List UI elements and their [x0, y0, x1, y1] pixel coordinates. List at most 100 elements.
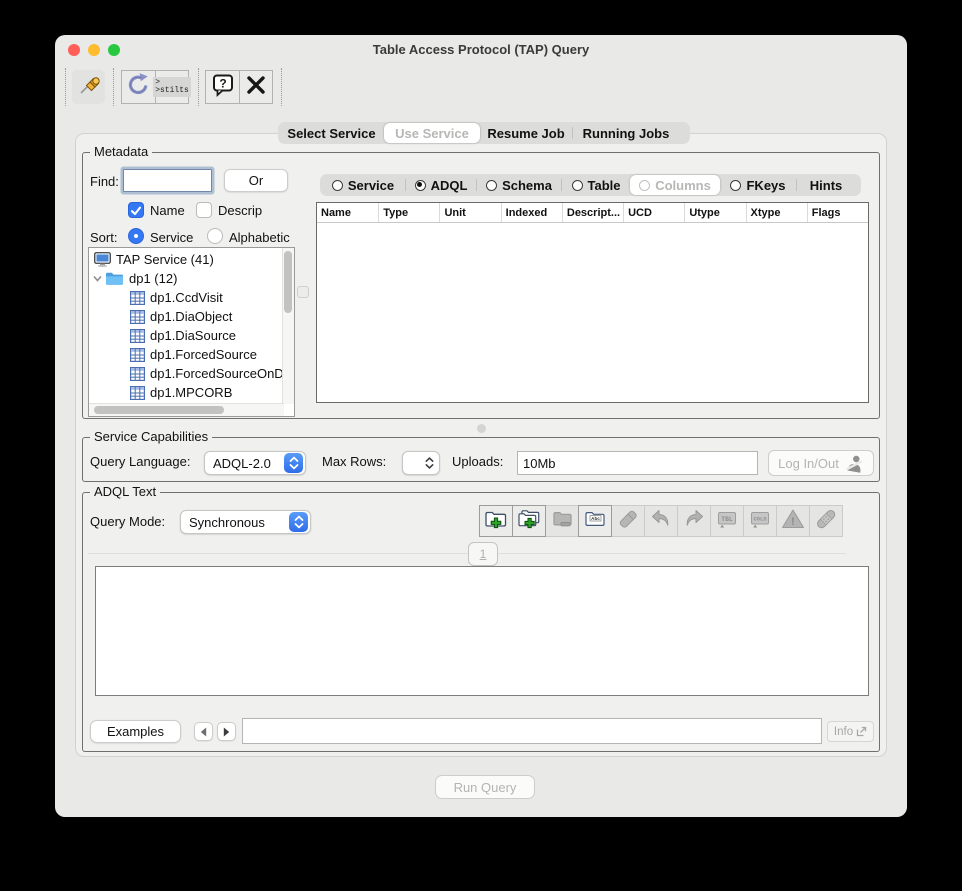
- tab-select-service[interactable]: Select Service: [279, 123, 384, 143]
- pin-window-button[interactable]: [72, 70, 105, 104]
- tree-horizontal-scrollbar[interactable]: [89, 403, 284, 416]
- column-header[interactable]: Xtype: [745, 203, 807, 222]
- service-capabilities-legend: Service Capabilities: [90, 429, 213, 444]
- adql-toolbar: Abc TBL COLS !: [479, 505, 843, 537]
- columns-metadata-table[interactable]: Name Type Unit Indexed Descript... UCD U…: [316, 202, 869, 403]
- run-query-button[interactable]: Run Query: [435, 775, 535, 799]
- tree-item-table[interactable]: dp1.DiaSource: [89, 326, 236, 345]
- example-info-button[interactable]: Info: [827, 721, 874, 742]
- undo-button[interactable]: [644, 505, 678, 537]
- column-header[interactable]: Flags: [806, 203, 868, 222]
- folder-icon: [105, 271, 124, 286]
- help-button[interactable]: ?: [206, 71, 239, 103]
- stilts-button[interactable]: > >stilts: [153, 71, 191, 103]
- uploads-label: Uploads:: [452, 454, 504, 469]
- reload-button[interactable]: [122, 71, 155, 103]
- toolbar-group-window: ?: [205, 70, 273, 104]
- tab-running-jobs[interactable]: Running Jobs: [573, 123, 679, 143]
- find-label: Find:: [90, 174, 119, 189]
- view-tab-schema[interactable]: Schema: [477, 175, 561, 195]
- tab-resume-job[interactable]: Resume Job: [480, 123, 572, 143]
- tree-item-table[interactable]: dp1.DiaObject: [89, 307, 232, 326]
- add-sheet-icon: [483, 506, 509, 537]
- sort-service-radio[interactable]: [128, 228, 144, 244]
- radio-icon: [571, 179, 583, 191]
- tree-item-table[interactable]: dp1.ForcedSourceOnD: [89, 364, 284, 383]
- uploads-field[interactable]: [517, 451, 758, 475]
- or-button[interactable]: Or: [224, 169, 288, 192]
- column-header[interactable]: Descript...: [561, 203, 623, 222]
- remove-example-button[interactable]: [545, 505, 579, 537]
- max-rows-select[interactable]: [402, 451, 440, 475]
- tree-item-table[interactable]: dp1.ForcedSource: [89, 345, 257, 364]
- sheet-tab-1[interactable]: 1: [468, 542, 498, 566]
- descrip-checkbox[interactable]: [196, 202, 212, 218]
- column-header[interactable]: Type: [378, 203, 439, 222]
- undo-icon: [648, 506, 674, 537]
- split-pane-handle[interactable]: [297, 286, 309, 298]
- radio-icon: [730, 179, 742, 191]
- table-header-row: Name Type Unit Indexed Descript... UCD U…: [317, 203, 868, 223]
- sort-service-label: Service: [150, 230, 194, 245]
- tree-item-table[interactable]: dp1.MPCORB: [89, 383, 232, 402]
- svg-text:!: !: [791, 516, 795, 528]
- eraser-icon: [615, 506, 641, 537]
- chevron-down-icon[interactable]: [92, 273, 103, 284]
- name-checkbox-label: Name: [150, 203, 185, 218]
- parse-errors-button[interactable]: !: [776, 505, 810, 537]
- tab-pane-edge: [88, 553, 846, 554]
- column-header[interactable]: Indexed: [500, 203, 562, 222]
- sort-alphabetic-radio[interactable]: [207, 228, 223, 244]
- tree-item-tap-service[interactable]: TAP Service (41): [89, 250, 214, 269]
- metadata-view-tab-bar: Service ADQL Schema Table Columns FKeys …: [320, 174, 861, 196]
- query-language-select[interactable]: ADQL-2.0: [204, 451, 306, 475]
- column-header[interactable]: Utype: [684, 203, 745, 222]
- adql-text-area[interactable]: [95, 566, 869, 696]
- query-mode-select[interactable]: Synchronous: [180, 510, 311, 534]
- tree-item-table[interactable]: dp1.CcdVisit: [89, 288, 223, 307]
- window-title: Table Access Protocol (TAP) Query: [372, 42, 590, 57]
- svg-text:?: ?: [219, 76, 226, 90]
- service-tree: TAP Service (41) dp1 (12) dp1.CcdVisit d…: [88, 247, 295, 417]
- column-header[interactable]: Unit: [439, 203, 500, 222]
- left-arrow-icon: [200, 727, 207, 736]
- example-description-field[interactable]: [242, 718, 822, 744]
- dropdown-stepper-icon: [284, 453, 303, 473]
- tree-item-dp1[interactable]: dp1 (12): [89, 269, 177, 288]
- tap-query-window: Table Access Protocol (TAP) Query > >sti…: [55, 35, 907, 817]
- view-tab-service[interactable]: Service: [321, 175, 405, 195]
- login-button[interactable]: Log In/Out: [768, 450, 874, 476]
- view-tab-adql[interactable]: ADQL: [406, 175, 476, 195]
- metadata-legend: Metadata: [90, 144, 153, 159]
- find-input[interactable]: [123, 169, 212, 192]
- view-tab-table[interactable]: Table: [562, 175, 630, 195]
- edit-title-button[interactable]: Abc: [578, 505, 612, 537]
- add-example-button[interactable]: [479, 505, 513, 537]
- view-tab-hints[interactable]: Hints: [797, 175, 855, 195]
- view-tab-columns[interactable]: Columns: [630, 175, 720, 195]
- column-header[interactable]: UCD: [623, 203, 684, 222]
- clear-text-button[interactable]: [611, 505, 645, 537]
- insert-columns-button[interactable]: COLS: [743, 505, 777, 537]
- table-icon: [130, 366, 145, 381]
- toolbar-separator: [281, 68, 282, 106]
- add-multi-example-button[interactable]: [512, 505, 546, 537]
- tab-use-service[interactable]: Use Service: [384, 123, 480, 143]
- tree-vertical-scrollbar[interactable]: [282, 248, 294, 404]
- view-tab-fkeys[interactable]: FKeys: [720, 175, 796, 195]
- examples-button[interactable]: Examples: [90, 720, 181, 743]
- close-window-button[interactable]: [239, 71, 272, 103]
- insert-table-button[interactable]: TBL: [710, 505, 744, 537]
- radio-icon: [486, 179, 498, 191]
- next-example-button[interactable]: [217, 722, 236, 741]
- fix-text-button[interactable]: [809, 505, 843, 537]
- column-header[interactable]: Name: [317, 203, 378, 222]
- abc-sheet-icon: Abc: [582, 506, 608, 537]
- bandaid-icon: [813, 506, 839, 537]
- redo-button[interactable]: [677, 505, 711, 537]
- right-arrow-icon: [223, 727, 230, 736]
- previous-example-button[interactable]: [194, 722, 213, 741]
- split-divider-grip[interactable]: [477, 424, 486, 433]
- name-checkbox[interactable]: [128, 202, 144, 218]
- table-icon: [130, 347, 145, 362]
